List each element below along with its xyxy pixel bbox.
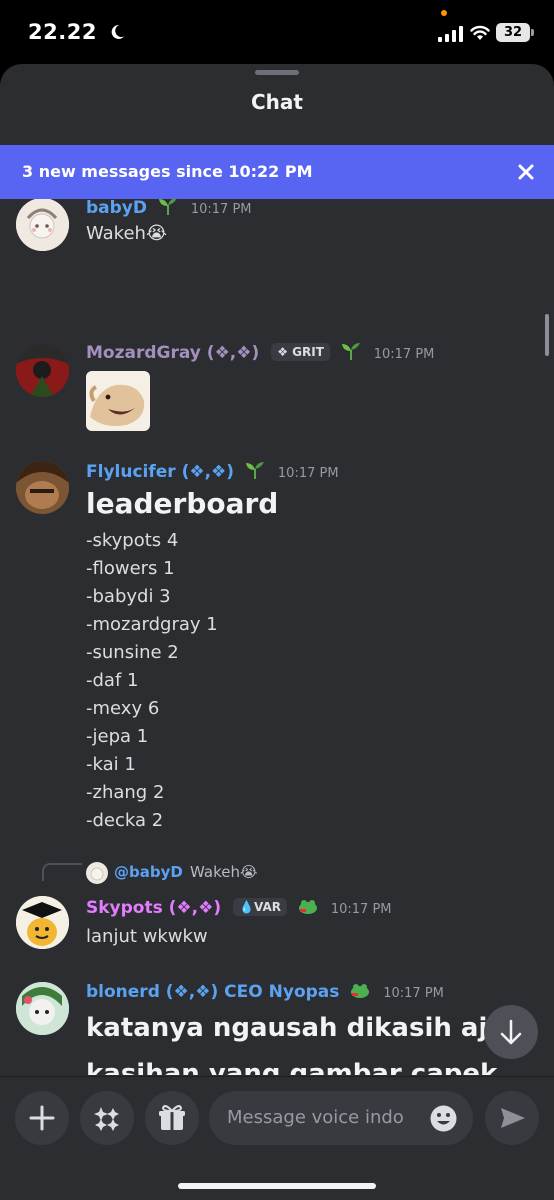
username[interactable]: Flylucifer (❖,❖)	[86, 462, 234, 482]
timestamp: 10:17 PM	[373, 347, 435, 362]
guild-tag[interactable]: 💧VAR	[233, 898, 287, 916]
new-messages-text: 3 new messages since 10:22 PM	[22, 162, 313, 181]
timestamp: 10:17 PM	[383, 986, 444, 1001]
leaderboard-item: -skypots 4	[86, 530, 179, 551]
username-row: Skypots (❖,❖) 💧VAR 10:17 PM	[86, 897, 392, 918]
apps-button[interactable]	[80, 1091, 134, 1145]
leaderboard-item: -kai 1	[86, 754, 136, 775]
username[interactable]: blonerd (❖,❖) CEO Nyopas	[86, 982, 339, 1002]
avatar-mozardgray-icon	[16, 344, 69, 397]
avatar[interactable]	[16, 461, 69, 514]
leaderboard-item: -mozardgray 1	[86, 614, 218, 635]
scrollbar[interactable]	[545, 314, 549, 356]
guild-tag[interactable]: ❖ GRIT	[271, 343, 330, 361]
timestamp: 10:17 PM	[330, 902, 392, 917]
sheet-grabber[interactable]	[255, 70, 299, 75]
message-text: lanjut wkwkw	[86, 926, 208, 947]
leaderboard-item: -zhang 2	[86, 782, 165, 803]
arrow-down-icon	[500, 1019, 522, 1045]
message-list[interactable]: babyD 10:17 PM Wakeh😭 MozardGray (❖,❖) ❖…	[0, 199, 554, 1075]
status-bar: 22.22 32	[0, 0, 554, 64]
username[interactable]: babyD	[86, 199, 147, 218]
dog-sticker-icon	[86, 371, 150, 431]
reply-connector	[42, 863, 82, 881]
leaderboard-item: -flowers 1	[86, 558, 175, 579]
jump-to-bottom-button[interactable]	[484, 1005, 538, 1059]
leaderboard-item: -decka 2	[86, 810, 164, 831]
reply-avatar[interactable]	[86, 862, 108, 884]
avatar[interactable]	[16, 896, 69, 949]
avatar[interactable]	[16, 982, 69, 1035]
username[interactable]: MozardGray (❖,❖)	[86, 343, 259, 363]
timestamp: 10:17 PM	[190, 202, 252, 217]
sticker-image[interactable]	[86, 371, 150, 431]
battery-tip	[531, 29, 534, 36]
username-row: Flylucifer (❖,❖) 10:17 PM	[86, 461, 339, 482]
gift-icon	[159, 1105, 185, 1130]
username-row: babyD 10:17 PM	[86, 199, 252, 218]
add-attachment-button[interactable]	[15, 1091, 69, 1145]
send-button[interactable]	[485, 1091, 539, 1145]
chat-sheet: Chat 3 new messages since 10:22 PM babyD…	[0, 64, 554, 1200]
username[interactable]: Skypots (❖,❖)	[86, 898, 221, 918]
message-input-placeholder: Message voice indo	[227, 1107, 404, 1128]
sprout-icon	[245, 462, 264, 479]
page-title: Chat	[251, 90, 303, 114]
avatar-blonerd-icon	[16, 982, 69, 1035]
battery-icon: 32	[496, 23, 530, 42]
gift-button[interactable]	[145, 1091, 199, 1145]
frog-emote-icon	[351, 984, 370, 998]
moon-icon	[111, 24, 124, 39]
username-row: blonerd (❖,❖) CEO Nyopas 10:17 PM	[86, 981, 444, 1002]
leaderboard-item: -babydi 3	[86, 586, 171, 607]
send-icon	[501, 1108, 525, 1128]
message-input[interactable]: Message voice indo	[209, 1091, 473, 1145]
frog-emote-icon	[298, 900, 317, 914]
emoji-icon[interactable]	[429, 1104, 458, 1133]
wifi-icon	[470, 25, 490, 40]
reply-username[interactable]: @babyD	[114, 863, 183, 881]
avatar-babyd-icon	[16, 199, 69, 251]
sprout-icon	[158, 199, 177, 215]
plus-icon	[29, 1105, 55, 1131]
leaderboard-heading: leaderboard	[86, 487, 279, 520]
privacy-dot-icon	[441, 10, 447, 16]
avatar[interactable]	[16, 199, 69, 251]
message-composer: Message voice indo	[0, 1076, 554, 1200]
avatar-flylucifer-icon	[16, 461, 69, 514]
close-icon[interactable]	[516, 162, 536, 182]
avatar-skypots-icon	[16, 896, 69, 949]
sprout-icon	[341, 343, 360, 360]
avatar[interactable]	[16, 344, 69, 397]
signal-icon	[438, 26, 463, 42]
reply-preview[interactable]: Wakeh😭	[190, 863, 257, 881]
leaderboard-item: -sunsine 2	[86, 642, 179, 663]
leaderboard-item: -mexy 6	[86, 698, 160, 719]
clock: 22.22	[28, 20, 97, 44]
leaderboard-item: -jepa 1	[86, 726, 149, 747]
reply-avatar-icon	[86, 862, 108, 884]
message-text: katanya ngausah dikasih aja kasihan yang…	[86, 1013, 505, 1075]
new-messages-banner[interactable]: 3 new messages since 10:22 PM	[0, 145, 554, 199]
home-indicator[interactable]	[178, 1183, 376, 1189]
timestamp: 10:17 PM	[277, 466, 339, 481]
status-time: 22.22	[28, 20, 125, 44]
message-text: Wakeh😭	[86, 223, 167, 244]
leaderboard-item: -daf 1	[86, 670, 139, 691]
apps-sparkle-icon	[94, 1107, 119, 1131]
username-row: MozardGray (❖,❖) ❖ GRIT 10:17 PM	[86, 342, 434, 363]
